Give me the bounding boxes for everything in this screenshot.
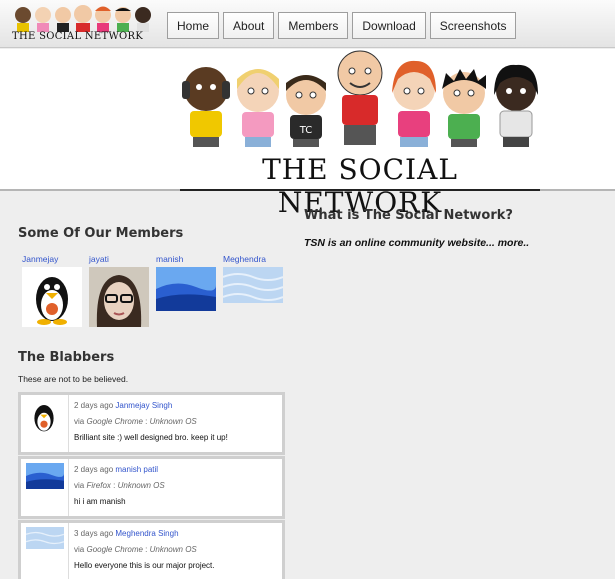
blue-landscape-icon[interactable] <box>156 267 216 311</box>
comment-time: 3 days ago <box>74 529 114 538</box>
nav-about-button[interactable]: About <box>223 12 275 39</box>
member-name-link[interactable]: manish <box>152 254 219 267</box>
member-card: Meghendra <box>219 254 286 327</box>
comment-avatar <box>21 459 69 516</box>
comment-browser: Firefox <box>86 481 111 490</box>
about-description: TSN is an online community website... <box>304 237 495 249</box>
comment-author-link[interactable]: manish patil <box>115 465 158 474</box>
member-name-link[interactable]: jayati <box>85 254 152 267</box>
comment-os: Unknown OS <box>149 417 197 426</box>
comment-author-link[interactable]: Janmejay Singh <box>115 401 172 410</box>
top-bar: THE SOCIAL NETWORK Home About Members Do… <box>0 0 615 48</box>
comment-avatar <box>21 523 69 579</box>
member-card: jayati <box>85 254 152 327</box>
linux-penguin-icon[interactable] <box>26 399 62 435</box>
nav-members-button[interactable]: Members <box>278 12 349 39</box>
comment-text: hi i am manish <box>74 497 126 506</box>
nav-home-button[interactable]: Home <box>167 12 220 39</box>
comment-author-link[interactable]: Meghendra Singh <box>115 529 178 538</box>
blue-landscape-icon[interactable] <box>26 463 64 489</box>
members-heading: Some Of Our Members <box>18 226 184 241</box>
about-more-link[interactable]: more.. <box>498 237 530 249</box>
comment-browser: Google Chrome <box>86 545 143 554</box>
member-card: manish <box>152 254 219 327</box>
comment-time: 2 days ago <box>74 465 114 474</box>
member-card: Janmejay <box>18 254 85 327</box>
comment-text: Brilliant site :) well designed bro. kee… <box>74 433 228 442</box>
blabbers-heading: The Blabbers <box>18 350 115 365</box>
main-nav: Home About Members Download Screenshots <box>167 12 517 39</box>
comment-item: 3 days ago Meghendra Singh via Google Ch… <box>18 520 285 579</box>
comment-os: Unknown OS <box>117 481 165 490</box>
about-text: TSN is an online community website... mo… <box>304 237 529 249</box>
girl-with-glasses-icon[interactable] <box>89 267 149 327</box>
member-name-link[interactable]: Meghendra <box>219 254 286 267</box>
members-list: Janmejay jayati manish Meghendra <box>18 254 288 327</box>
comment-os: Unknown OS <box>149 545 197 554</box>
comment-item: 2 days ago manish patil via Firefox : Un… <box>18 456 285 519</box>
light-blue-waves-icon[interactable] <box>25 527 65 549</box>
nav-download-button[interactable]: Download <box>352 12 426 39</box>
characters-illustration: TC <box>182 50 538 147</box>
comment-via: via <box>74 417 85 426</box>
comment-browser: Google Chrome <box>86 417 143 426</box>
svg-text:TC: TC <box>299 125 313 136</box>
comment-body: 3 days ago Meghendra Singh via Google Ch… <box>69 523 220 579</box>
comment-body: 2 days ago manish patil via Firefox : Un… <box>69 459 170 516</box>
member-name-link[interactable]: Janmejay <box>18 254 85 267</box>
comment-text: Hello everyone this is our major project… <box>74 561 215 570</box>
comments-list: 2 days ago Janmejay Singh via Google Chr… <box>18 392 285 579</box>
comment-via: via <box>74 481 85 490</box>
logo-text: THE SOCIAL NETWORK <box>12 31 144 42</box>
about-heading: What is The Social Network? <box>304 208 513 223</box>
comment-item: 2 days ago Janmejay Singh via Google Chr… <box>18 392 285 455</box>
comment-time: 2 days ago <box>74 401 114 410</box>
blabbers-subtitle: These are not to be believed. <box>18 374 129 384</box>
banner: TC THE SOCIAL NETWORK <box>0 49 615 219</box>
linux-penguin-icon[interactable] <box>22 267 82 327</box>
comment-body: 2 days ago Janmejay Singh via Google Chr… <box>69 395 233 452</box>
comment-avatar <box>21 395 69 452</box>
light-blue-waves-icon[interactable] <box>223 267 283 303</box>
banner-divider <box>180 189 540 191</box>
comment-via: via <box>74 545 85 554</box>
nav-screenshots-button[interactable]: Screenshots <box>429 12 517 39</box>
